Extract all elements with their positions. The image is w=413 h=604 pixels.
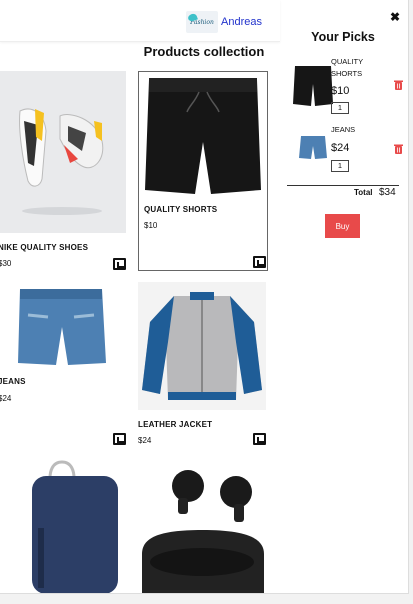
product-name: NIKE QUALITY SHOES [0,243,89,252]
total-label: Total [354,188,373,197]
product-image-jacket [138,282,266,410]
product-image-backpack [0,458,126,593]
picks-title: Your Picks [311,30,375,44]
trash-icon[interactable] [394,144,403,154]
product-image-jeans [0,285,126,370]
shoes-illustration [19,108,104,215]
product-card[interactable]: NIKE QUALITY SHOES $30 [0,71,128,271]
add-to-cart-icon[interactable] [113,258,126,270]
quantity-field[interactable]: 1 [331,102,349,114]
product-price: $10 [144,221,158,230]
product-image-shoes [0,71,126,233]
pick-name: QUALITY SHORTS [331,57,363,78]
product-image-shorts [139,72,267,200]
pick-name: JEANS [331,125,356,134]
total-divider [287,185,399,186]
buy-button[interactable]: Buy [325,214,360,238]
pick-price: $10 [331,85,350,97]
product-card[interactable] [0,458,128,593]
pick-thumb-jeans [299,134,327,160]
product-price: $24 [0,394,12,403]
product-name: JEANS [0,377,26,386]
trash-icon[interactable] [394,80,403,90]
product-card[interactable]: QUALITY SHORTS $10 [138,71,268,271]
products-grid: Products collection NIKE QUALITY SHOES $… [0,0,280,593]
your-picks-panel: Your Picks QUALITY SHORTS $10 1 JEANS $2… [283,0,408,593]
product-image-earbuds [138,458,266,593]
jacket-illustration [142,292,262,400]
pick-item: JEANS $24 1 [283,124,408,184]
app-window: Fashion Andreas ✖ Products collection NI… [0,0,409,594]
pick-price: $24 [331,142,350,154]
product-card[interactable]: JEANS $24 [0,285,128,445]
product-card[interactable]: LEATHER JACKET $24 [138,282,268,447]
add-to-cart-icon[interactable] [253,433,266,445]
product-name: QUALITY SHORTS [144,205,218,214]
shorts-illustration [145,78,261,194]
backpack-illustration [32,460,118,593]
product-price: $30 [0,259,12,268]
product-card[interactable] [138,458,268,593]
add-to-cart-icon[interactable] [253,256,266,268]
pick-item: QUALITY SHORTS $10 1 [283,56,408,116]
total-value: $34 [379,187,396,198]
product-price: $24 [138,436,152,445]
collection-title: Products collection [143,44,265,59]
earbuds-illustration [142,470,264,593]
pick-thumb-shorts [293,64,333,106]
jeans-illustration [18,289,106,365]
add-to-cart-icon[interactable] [113,433,126,445]
quantity-field[interactable]: 1 [331,160,349,172]
product-name: LEATHER JACKET [138,420,213,429]
